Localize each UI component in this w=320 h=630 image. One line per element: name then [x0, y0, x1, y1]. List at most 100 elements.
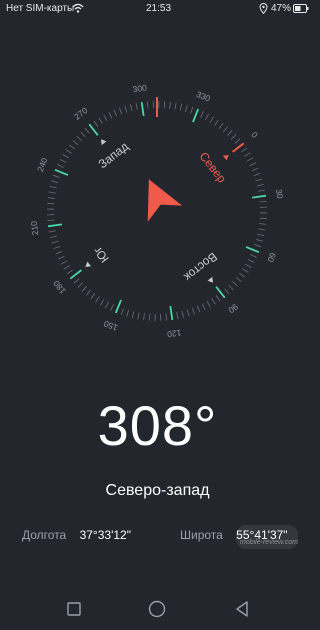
carrier-label: Нет SIM-карты	[6, 3, 75, 14]
major-tick	[69, 269, 82, 280]
degree-label: 120	[166, 328, 182, 340]
minor-tick	[239, 272, 246, 278]
minor-tick	[235, 276, 242, 283]
minor-tick	[245, 263, 252, 268]
minor-tick	[98, 117, 103, 124]
minor-tick	[228, 284, 234, 291]
minor-tick	[211, 298, 216, 305]
minor-tick	[256, 184, 264, 187]
longitude-row: Долгота 37°33'12"	[22, 528, 131, 542]
minor-tick	[258, 189, 266, 192]
minor-tick	[57, 255, 65, 260]
minor-tick	[113, 109, 118, 117]
minor-tick	[226, 130, 233, 136]
minor-tick	[126, 309, 129, 317]
location-pin-icon	[259, 3, 268, 14]
minor-tick	[218, 122, 224, 129]
degree-label: 150	[102, 318, 119, 333]
minor-tick	[200, 111, 204, 118]
minor-tick	[77, 282, 84, 288]
wifi-icon	[72, 3, 84, 13]
minor-tick	[135, 102, 138, 110]
minor-tick	[119, 107, 123, 115]
home-circle-icon[interactable]	[146, 598, 168, 620]
minor-tick	[95, 296, 100, 303]
minor-tick	[55, 250, 63, 255]
minor-tick	[47, 197, 55, 199]
minor-tick	[206, 300, 211, 308]
minor-tick	[100, 299, 105, 306]
minor-tick	[52, 174, 60, 178]
degree-label: 330	[195, 89, 212, 104]
minor-tick	[110, 304, 114, 311]
major-tick	[169, 305, 174, 321]
compass-dial: 0 30 60 90 120 150 180 210 240 270 300 330 Север Вос…	[28, 82, 285, 339]
minor-tick	[179, 103, 183, 111]
minor-tick	[76, 135, 82, 142]
minor-tick	[222, 126, 229, 133]
minor-tick	[65, 149, 72, 154]
latitude-label: Широта	[180, 528, 223, 542]
minor-tick	[209, 116, 214, 123]
back-triangle-icon[interactable]	[231, 598, 253, 620]
minor-tick	[257, 233, 265, 237]
cardinal-south: Юг	[90, 243, 112, 265]
minor-tick	[201, 303, 206, 311]
major-tick	[192, 108, 200, 123]
cardinal-west: Запад	[96, 139, 131, 171]
minor-tick	[174, 102, 177, 110]
minor-tick	[247, 259, 255, 263]
minor-tick	[244, 152, 251, 157]
minor-tick	[143, 313, 145, 321]
cardinal-marker-north	[222, 154, 229, 161]
minor-tick	[251, 167, 259, 172]
minor-tick	[85, 289, 92, 296]
minor-tick	[259, 201, 267, 203]
degree-label: 270	[72, 105, 90, 122]
cardinal-north: Север	[197, 149, 230, 185]
minor-tick	[241, 147, 248, 153]
minor-tick	[81, 286, 88, 292]
minor-tick	[80, 131, 86, 138]
minor-tick	[103, 114, 108, 122]
minor-tick	[258, 228, 266, 231]
minor-tick	[255, 239, 263, 242]
minor-tick	[259, 223, 267, 225]
compass-needle-icon	[147, 179, 183, 222]
minor-tick	[255, 178, 263, 182]
degree-label: 210	[28, 220, 40, 236]
minor-tick	[232, 280, 238, 287]
cardinal-marker-east	[207, 276, 214, 283]
navigation-bar	[0, 590, 315, 630]
major-tick	[47, 223, 63, 228]
direction-label: Северо-запад	[105, 482, 210, 499]
degree-label: 60	[265, 251, 278, 264]
minor-tick	[62, 154, 69, 159]
battery-icon	[293, 4, 309, 13]
major-tick	[88, 123, 99, 136]
minor-tick	[51, 180, 59, 183]
major-tick	[114, 299, 122, 314]
minor-tick	[47, 219, 55, 221]
battery-percent: 47%	[271, 3, 292, 14]
minor-tick	[53, 245, 61, 249]
minor-tick	[147, 101, 149, 109]
minor-tick	[48, 191, 56, 194]
minor-tick	[124, 105, 128, 113]
minor-tick	[51, 240, 59, 244]
degree-label: 300	[132, 82, 148, 94]
cardinal-east: Восток	[181, 250, 220, 285]
minor-tick	[165, 313, 167, 321]
minor-tick	[120, 308, 124, 316]
major-tick	[140, 101, 145, 117]
degree-label: 240	[35, 156, 50, 173]
minor-tick	[90, 293, 96, 300]
minor-tick	[224, 288, 230, 295]
compass-degree-labels: 0 30 60 90 120 150 180 210 240 270 300 330	[28, 82, 285, 339]
minor-tick	[196, 305, 201, 313]
minor-tick	[130, 104, 133, 112]
recent-square-icon[interactable]	[63, 598, 85, 620]
minor-tick	[214, 119, 219, 126]
degree-label: 180	[51, 278, 68, 296]
minor-tick	[73, 278, 80, 284]
